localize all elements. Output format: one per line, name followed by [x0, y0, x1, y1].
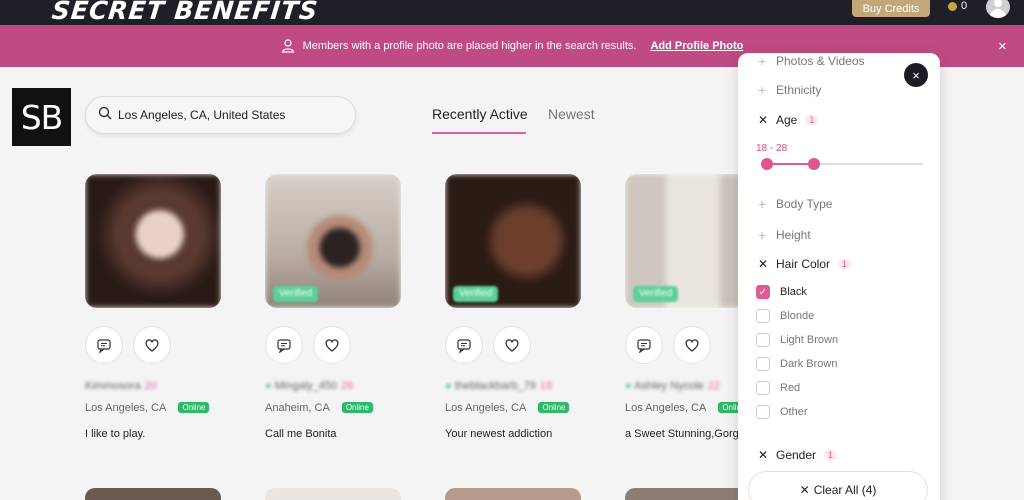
heart-icon	[505, 339, 519, 352]
tab-recently-active[interactable]: Recently Active	[432, 106, 528, 122]
location-search[interactable]	[85, 96, 356, 134]
hair-option-other[interactable]: Other	[756, 405, 808, 419]
checkbox[interactable]	[756, 333, 770, 347]
filter-ethnicity[interactable]: + Ethnicity	[758, 82, 821, 98]
profile-bio: I like to play.	[85, 428, 146, 440]
active-tab-indicator	[432, 132, 526, 134]
online-badge: Online	[178, 402, 210, 413]
close-icon[interactable]: ×	[904, 63, 928, 87]
filter-count-badge: 1	[824, 450, 838, 460]
profile-photo[interactable]	[85, 174, 221, 308]
checkbox[interactable]	[756, 405, 770, 419]
profile-card[interactable]: Verified ● theblackbarb_79 19 Los Angeles…	[445, 174, 615, 444]
filter-photos-videos[interactable]: + Photos & Videos	[758, 53, 865, 69]
profile-photo-peek[interactable]	[265, 488, 401, 500]
filter-count-badge: 1	[805, 115, 819, 125]
close-icon: ✕	[758, 113, 769, 127]
profile-location: Los Angeles, CA Online	[445, 402, 570, 414]
profile-location: Los Angeles, CA Online	[625, 402, 750, 414]
heart-icon	[685, 339, 699, 352]
close-icon: ✕	[758, 257, 769, 271]
verified-badge: Verified	[453, 286, 499, 302]
profile-username[interactable]: Kimmosora 20	[85, 380, 157, 392]
profile-photo-peek[interactable]	[445, 488, 581, 500]
profile-location: Anaheim, CA Online	[265, 402, 373, 414]
profile-bio: Your newest addiction	[445, 428, 553, 440]
profile-location: Los Angeles, CA Online	[85, 402, 210, 414]
plus-icon: +	[758, 227, 767, 243]
filter-hair-color[interactable]: ✕ Hair Color 1	[758, 257, 852, 271]
profile-photo[interactable]: Verified	[265, 174, 401, 308]
plus-icon: +	[758, 82, 767, 98]
person-icon	[281, 39, 295, 53]
favorite-button[interactable]	[313, 326, 351, 364]
clear-all-button[interactable]: ✕ Clear All (4)	[748, 471, 928, 500]
message-button[interactable]	[625, 326, 663, 364]
profile-photo[interactable]: Verified	[445, 174, 581, 308]
chat-icon	[97, 339, 111, 353]
profile-photo-peek[interactable]	[85, 488, 221, 500]
profile-username[interactable]: ● Mingaly_450 26	[265, 380, 353, 392]
search-icon	[98, 106, 112, 125]
brand-logo[interactable]: SECRET BENEFITS	[50, 0, 319, 25]
chat-icon	[277, 339, 291, 353]
chat-icon	[637, 339, 651, 353]
credits-counter[interactable]: 0	[948, 0, 967, 12]
hair-option-dark-brown[interactable]: Dark Brown	[756, 357, 837, 371]
message-button[interactable]	[85, 326, 123, 364]
favorite-button[interactable]	[493, 326, 531, 364]
checkbox[interactable]: ✓	[756, 285, 770, 299]
favorite-button[interactable]	[133, 326, 171, 364]
close-icon: ✕	[799, 483, 810, 497]
profile-bio: Call me Bonita	[265, 428, 337, 440]
filter-age[interactable]: ✕ Age 1	[758, 113, 819, 127]
profile-card[interactable]: Kimmosora 20 Los Angeles, CA Online I like…	[85, 174, 255, 444]
tab-newest[interactable]: Newest	[548, 106, 595, 122]
buy-credits-button[interactable]: Buy Credits	[852, 0, 930, 17]
checkbox[interactable]	[756, 357, 770, 371]
age-max-handle[interactable]	[808, 158, 821, 170]
coin-icon	[948, 1, 957, 11]
age-range-fill	[767, 163, 815, 165]
filter-body-type[interactable]: + Body Type	[758, 196, 832, 212]
sb-watermark-logo: SB	[12, 88, 71, 146]
profile-username[interactable]: ● Ashley Nycole 22	[625, 380, 720, 392]
user-avatar[interactable]	[986, 0, 1010, 18]
add-profile-photo-link[interactable]: Add Profile Photo	[650, 40, 743, 52]
checkbox[interactable]	[756, 381, 770, 395]
hair-option-red[interactable]: Red	[756, 381, 800, 395]
filter-panel: × + Photos & Videos + Ethnicity ✕ Age 1 …	[738, 53, 940, 500]
location-search-input[interactable]	[118, 108, 338, 122]
heart-icon	[325, 339, 339, 352]
close-icon: ✕	[758, 448, 769, 462]
verified-badge: Verified	[633, 286, 679, 302]
profile-card[interactable]: Verified ● Mingaly_450 26 Anaheim, CA Onli…	[265, 174, 435, 444]
hair-option-black[interactable]: ✓ Black	[756, 285, 807, 299]
message-button[interactable]	[265, 326, 303, 364]
heart-icon	[145, 339, 159, 352]
age-range-slider[interactable]	[761, 158, 923, 170]
online-badge: Online	[341, 402, 373, 413]
hair-option-blonde[interactable]: Blonde	[756, 309, 814, 323]
hair-option-light-brown[interactable]: Light Brown	[756, 333, 838, 347]
verified-badge: Verified	[273, 286, 319, 302]
banner-close-icon[interactable]: ×	[998, 38, 1007, 55]
favorite-button[interactable]	[673, 326, 711, 364]
plus-icon: +	[758, 53, 767, 69]
online-badge: Online	[538, 402, 570, 413]
profile-bio: a Sweet Stunning,Gorge	[625, 428, 745, 440]
credits-value: 0	[961, 0, 968, 12]
filter-height[interactable]: + Height	[758, 227, 811, 243]
top-bar: SECRET BENEFITS Buy Credits 0	[0, 0, 1024, 25]
plus-icon: +	[758, 196, 767, 212]
filter-count-badge: 1	[838, 259, 852, 269]
banner-message: Members with a profile photo are placed …	[302, 40, 637, 52]
profile-username[interactable]: ● theblackbarb_79 19	[445, 380, 552, 392]
checkbox[interactable]	[756, 309, 770, 323]
filter-gender[interactable]: ✕ Gender 1	[758, 448, 838, 462]
message-button[interactable]	[445, 326, 483, 364]
chat-icon	[457, 339, 471, 353]
age-range-value: 18 - 28	[756, 143, 788, 154]
age-min-handle[interactable]	[761, 158, 774, 170]
